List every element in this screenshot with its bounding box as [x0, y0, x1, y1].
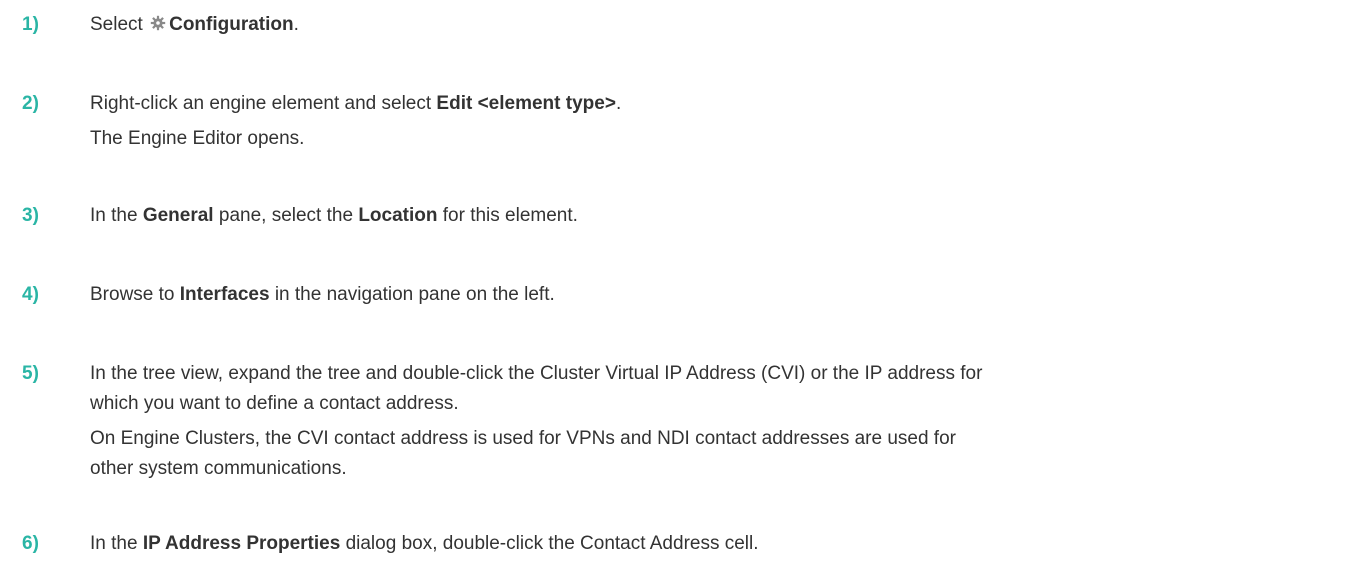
step-text: In the IP Address Properties dialog box,… — [90, 529, 1332, 559]
step-text-part: for this element. — [437, 205, 578, 226]
general-label: General — [142, 205, 214, 226]
edit-element-type-label: Edit <element type> — [436, 93, 616, 114]
configuration-label: Configuration — [169, 14, 294, 35]
step-text-part: Select — [90, 14, 149, 35]
step-text-part: In the — [90, 533, 143, 554]
step-text: In the General pane, select the Location… — [90, 201, 1332, 231]
step-text-part: pane, select the — [213, 205, 359, 226]
step-number: 2) — [22, 93, 39, 114]
step-text-part: . — [293, 14, 299, 35]
step-text-part: In the — [90, 205, 143, 226]
ip-address-properties-label: IP Address Properties — [142, 533, 341, 554]
interfaces-label: Interfaces — [179, 284, 270, 305]
step-number: 5) — [22, 363, 39, 384]
step-number: 6) — [22, 533, 39, 554]
step-number: 1) — [22, 14, 39, 35]
step-result: The Engine Editor opens. — [90, 128, 305, 149]
step-note-line: other system communications. — [90, 458, 347, 479]
step-text-part: in the navigation pane on the left. — [269, 284, 555, 305]
step-note-line: On Engine Clusters, the CVI contact addr… — [90, 428, 956, 449]
step-text-line: In the tree view, expand the tree and do… — [90, 363, 983, 384]
step-number: 3) — [22, 205, 39, 226]
step-number: 4) — [22, 284, 39, 305]
step-text: Select Configuration. — [90, 10, 1332, 40]
step-text-part: dialog box, double-click the Contact Add… — [340, 533, 759, 554]
step-text: Browse to Interfaces in the navigation p… — [90, 280, 1332, 310]
step-text-part: Right-click an engine element and select — [90, 93, 437, 114]
step-text-line: which you want to define a contact addre… — [90, 393, 459, 414]
step-text-part: Browse to — [90, 284, 180, 305]
gear-icon — [150, 11, 166, 31]
step-text-part: . — [615, 93, 622, 114]
step-text: In the tree view, expand the tree and do… — [90, 359, 1332, 484]
location-label: Location — [358, 205, 438, 226]
step-text: Right-click an engine element and select… — [90, 89, 1332, 154]
